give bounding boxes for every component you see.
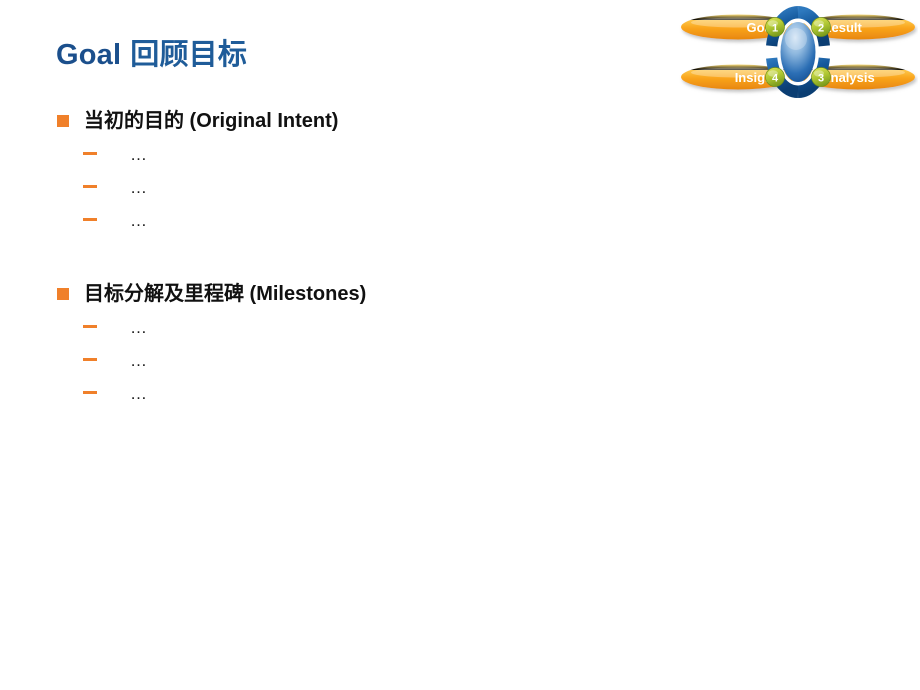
cycle-badge-2: 2 — [811, 17, 831, 37]
dash-bullet-icon — [83, 391, 97, 394]
page-title-english: Goal — [56, 39, 122, 71]
sub-bullet-label: … — [130, 317, 148, 337]
svg-text:4: 4 — [772, 73, 779, 85]
slide-body: 当初的目的 (Original Intent) … … … 目标分解及里程碑 (… — [56, 104, 656, 410]
dash-bullet-icon — [83, 152, 97, 155]
bullet-item-level2: … — [56, 171, 656, 204]
bullet-item-level1: 目标分解及里程碑 (Milestones) — [56, 277, 656, 311]
cycle-badge-1: 1 — [765, 17, 785, 37]
sub-bullet-label: … — [130, 350, 148, 370]
cycle-badge-3: 3 — [811, 67, 831, 87]
bullet-group: 目标分解及里程碑 (Milestones) … … … — [56, 277, 656, 410]
sub-bullet-label: … — [130, 144, 148, 164]
sub-bullet-label: … — [130, 177, 148, 197]
slide-canvas: Goal回顾目标 当初的目的 (Original Intent) … … … — [0, 0, 920, 690]
grai-cycle-diagram: Goal Result Insight Analysis 1 2 3 4 — [678, 6, 918, 98]
dash-bullet-icon — [83, 325, 97, 328]
bullet-item-level2: … — [56, 344, 656, 377]
bullet-item-level1: 当初的目的 (Original Intent) — [56, 104, 656, 138]
sub-bullet-label: … — [130, 383, 148, 403]
svg-text:3: 3 — [818, 73, 824, 85]
bullet-item-level2: … — [56, 311, 656, 344]
bullet-label: 目标分解及里程碑 (Milestones) — [84, 283, 367, 305]
page-title: Goal 回顾目标 — [56, 31, 247, 73]
bullet-item-level2: … — [56, 204, 656, 237]
dash-bullet-icon — [83, 358, 97, 361]
bullet-item-level2: … — [56, 138, 656, 171]
sub-bullet-label: … — [130, 210, 148, 230]
bullet-item-level2: … — [56, 377, 656, 410]
bullet-group: 当初的目的 (Original Intent) … … … — [56, 104, 656, 237]
dash-bullet-icon — [83, 218, 97, 221]
svg-text:1: 1 — [772, 23, 778, 35]
page-title-chinese: 回顾目标 — [130, 39, 248, 71]
svg-text:2: 2 — [818, 23, 824, 35]
square-bullet-icon — [57, 115, 69, 127]
bullet-label: 当初的目的 (Original Intent) — [84, 110, 339, 132]
dash-bullet-icon — [83, 185, 97, 188]
square-bullet-icon — [57, 288, 69, 300]
cycle-badge-4: 4 — [765, 67, 785, 87]
